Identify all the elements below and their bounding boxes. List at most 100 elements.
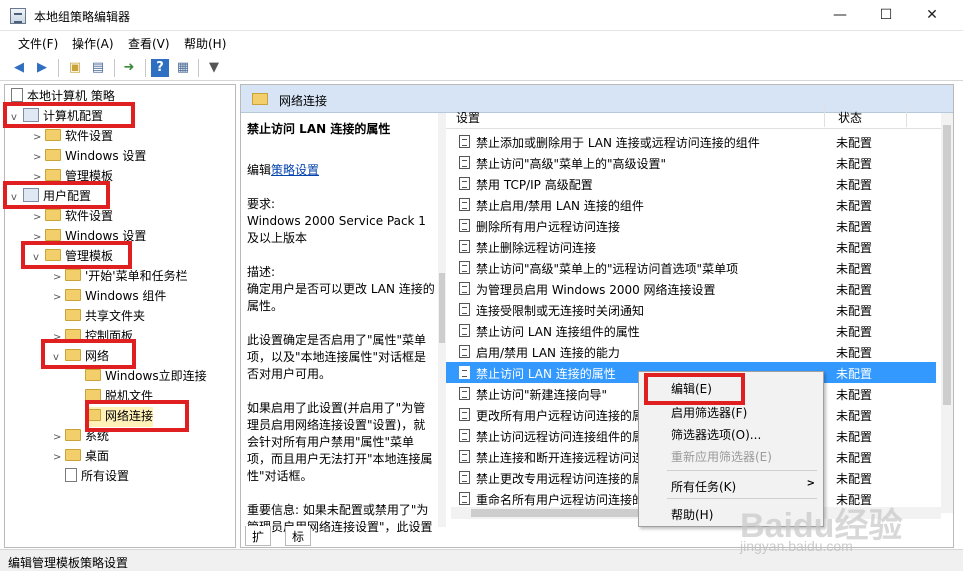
folder-icon	[252, 93, 268, 105]
column-state[interactable]: 状态	[838, 109, 862, 126]
setting-state: 未配置	[836, 388, 873, 402]
tab-standard[interactable]: 标准	[285, 526, 312, 546]
setting-state: 未配置	[836, 241, 873, 255]
setting-name: 禁止访问远程访问连接组件的属	[476, 430, 645, 444]
table-row[interactable]: 禁止添加或删除用于 LAN 连接或远程访问连接的组件 未配置	[446, 131, 936, 152]
setting-name: 禁止连接和断开连接远程访问连	[476, 451, 645, 465]
table-row[interactable]: 禁止访问"高级"菜单上的"高级设置" 未配置	[446, 152, 936, 173]
column-setting[interactable]: 设置	[456, 109, 480, 126]
table-row[interactable]: 禁止删除远程访问连接 未配置	[446, 236, 936, 257]
annotation-highlight	[644, 373, 745, 405]
tree-item-windows-instant-connect[interactable]: Windows立即连接	[85, 367, 207, 387]
folder-icon	[85, 369, 101, 381]
column-divider[interactable]	[824, 105, 825, 127]
table-row[interactable]: 连接受限制或无连接时关闭通知 未配置	[446, 299, 936, 320]
chevron-right-icon[interactable]: >	[53, 292, 65, 303]
maximize-button[interactable]: ☐	[863, 0, 909, 31]
close-button[interactable]: ✕	[909, 0, 955, 31]
scrollbar-thumb[interactable]	[471, 509, 641, 517]
setting-state: 未配置	[836, 367, 873, 381]
description-para-1: 此设置确定是否启用了"属性"菜单项，以及"本地连接属性"对话框是否对用户可用。	[247, 333, 427, 381]
tab-extended[interactable]: 扩展	[245, 526, 272, 546]
tree-item-windows-settings[interactable]: > Windows 设置	[33, 147, 146, 167]
setting-state: 未配置	[836, 451, 873, 465]
setting-state: 未配置	[836, 199, 873, 213]
list-header: 设置 状态	[446, 101, 953, 129]
folder-icon	[45, 209, 61, 221]
chevron-right-icon[interactable]: >	[53, 452, 65, 463]
minimize-button[interactable]: —	[817, 0, 863, 31]
table-row[interactable]: 启用/禁用 LAN 连接的能力 未配置	[446, 341, 936, 362]
policy-setting-icon	[459, 471, 470, 484]
chevron-right-icon[interactable]: >	[33, 212, 45, 223]
setting-name: 禁止访问"新建连接向导"	[476, 388, 608, 402]
scrollbar-thumb[interactable]	[439, 273, 445, 343]
menu-bar: 文件(F) 操作(A) 查看(V) 帮助(H)	[0, 32, 963, 54]
edit-policy-link[interactable]: 策略设置	[271, 163, 319, 177]
annotation-highlight	[21, 241, 132, 269]
tree-item-desktop[interactable]: > 桌面	[53, 447, 109, 467]
setting-name: 禁止更改专用远程访问连接的属	[476, 472, 645, 486]
description-para-2: 如果启用了此设置(并启用了"为管理员启用网络连接设置"设置)，就会针对所有用户禁…	[247, 401, 433, 483]
description-para-3: 重要信息: 如果未配置或禁用了"为管理员启用网络连接设置"，此设置	[247, 503, 433, 534]
folder-icon	[65, 269, 81, 281]
forward-arrow-icon[interactable]: ▶	[33, 59, 51, 77]
requirements: 要求: Windows 2000 Service Pack 1 及以上版本	[247, 197, 426, 245]
chevron-right-icon[interactable]: >	[53, 432, 65, 443]
tree-item-software-settings[interactable]: > 软件设置	[33, 207, 113, 227]
chevron-right-icon[interactable]: >	[33, 132, 45, 143]
baidu-watermark-url: jingyan.baidu.com	[740, 538, 853, 554]
policy-doc-icon	[11, 88, 23, 102]
properties-icon[interactable]: ▦	[174, 59, 192, 77]
policy-setting-icon	[459, 156, 470, 169]
up-folder-icon[interactable]: ▣	[66, 59, 84, 77]
help-icon[interactable]: ?	[151, 59, 169, 77]
scrollbar-thumb[interactable]	[943, 125, 951, 405]
policy-title: 禁止访问 LAN 连接的属性	[247, 122, 391, 136]
table-row[interactable]: 禁用 TCP/IP 高级配置 未配置	[446, 173, 936, 194]
table-row[interactable]: 删除所有用户远程访问连接 未配置	[446, 215, 936, 236]
menu-help[interactable]: 帮助(H)	[184, 35, 226, 52]
menu-item-filter-options[interactable]: 筛选器选项(O)...	[639, 422, 823, 444]
menu-view[interactable]: 查看(V)	[128, 35, 170, 52]
policy-setting-icon	[459, 408, 470, 421]
annotation-highlight	[3, 102, 135, 128]
toolbar-separator	[198, 59, 199, 77]
chevron-right-icon[interactable]: >	[33, 152, 45, 163]
policy-setting-icon	[459, 387, 470, 400]
menu-action[interactable]: 操作(A)	[72, 35, 114, 52]
menu-file[interactable]: 文件(F)	[18, 35, 58, 52]
column-divider[interactable]	[906, 105, 907, 127]
setting-name: 禁止访问 LAN 连接的属性	[476, 367, 616, 381]
tree-item-software-settings[interactable]: > 软件设置	[33, 127, 113, 147]
window-title: 本地组策略编辑器	[34, 10, 131, 24]
tree-item-start-menu[interactable]: > '开始'菜单和任务栏	[53, 267, 188, 287]
setting-state: 未配置	[836, 430, 873, 444]
description-scrollbar[interactable]	[438, 113, 446, 527]
folder-icon	[45, 129, 61, 141]
toolbar-separator	[145, 59, 146, 77]
list-vertical-scrollbar[interactable]	[941, 113, 953, 513]
tree-item-windows-components[interactable]: > Windows 组件	[53, 287, 166, 307]
export-icon[interactable]: ➜	[120, 59, 138, 77]
policy-setting-icon	[459, 450, 470, 463]
description: 描述: 确定用户是否可以更改 LAN 连接的属性。	[247, 265, 435, 313]
menu-item-all-tasks[interactable]: 所有任务(K) >	[639, 474, 823, 496]
filter-icon[interactable]: ▼	[205, 59, 223, 77]
menu-item-reapply-filter: 重新应用筛选器(E)	[671, 450, 772, 464]
table-row[interactable]: 禁止访问"高级"菜单上的"远程访问首选项"菜单项 未配置	[446, 257, 936, 278]
show-tree-icon[interactable]: ▤	[89, 59, 107, 77]
tree-item-all-settings[interactable]: 所有设置	[65, 467, 129, 487]
table-row[interactable]: 禁止访问 LAN 连接组件的属性 未配置	[446, 320, 936, 341]
table-row[interactable]: 为管理员启用 Windows 2000 网络连接设置 未配置	[446, 278, 936, 299]
table-row[interactable]: 禁止启用/禁用 LAN 连接的组件 未配置	[446, 194, 936, 215]
setting-state: 未配置	[836, 304, 873, 318]
menu-separator	[667, 470, 817, 471]
tree-item-shared-folders[interactable]: 共享文件夹	[65, 307, 145, 327]
back-arrow-icon[interactable]: ◀	[10, 59, 28, 77]
detail-header-title: 网络连接	[279, 94, 328, 108]
chevron-right-icon[interactable]: >	[53, 272, 65, 283]
setting-state: 未配置	[836, 472, 873, 486]
edit-policy-line: 编辑策略设置	[247, 163, 320, 177]
folder-icon	[45, 229, 61, 241]
